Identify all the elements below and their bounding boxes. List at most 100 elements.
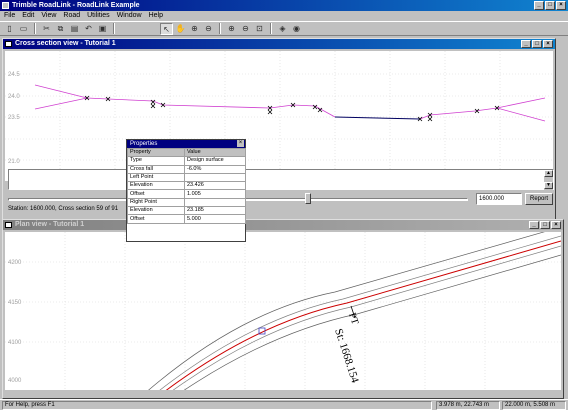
table-row[interactable]: Right Point [127, 197, 246, 208]
maximize-button[interactable]: □ [540, 221, 550, 229]
zoom-out-icon[interactable]: ⊖ [239, 23, 252, 35]
table-row[interactable]: Offset 5.000 [127, 214, 246, 224]
cross-section-canvas[interactable]: 24.5 24.0 23.5 21.0 [5, 51, 553, 181]
y-tick-label: 4000 [8, 378, 22, 384]
report-button[interactable]: Report [525, 193, 553, 205]
properties-title: Properties [130, 141, 158, 147]
plan-view-drawing: 4200 4150 4100 4000 PT St: 1668.154 [5, 232, 561, 390]
undo-icon[interactable]: ↶ [82, 23, 95, 35]
plan-view-window: Plan view - Tutorial 1 _ □ × 4200 4150 4… [2, 219, 564, 399]
status-scale: 22.000 m, 5.508 m [502, 401, 566, 410]
cross-section-controls: ▲ ▼ 1600.000 Report Station: 1600.000, C… [5, 167, 554, 212]
menubar: File Edit View Road Utilities Window Hel… [0, 11, 568, 21]
menu-road[interactable]: Road [63, 11, 80, 21]
property-name: Left Point [127, 172, 185, 183]
close-button[interactable]: × [543, 40, 553, 48]
vertical-scrollbar[interactable]: ▲ ▼ [544, 170, 553, 191]
property-name: Elevation [127, 181, 185, 191]
zoom-in-icon[interactable]: ⊕ [225, 23, 238, 35]
layers-icon[interactable]: ◈ [276, 23, 289, 35]
menu-file[interactable]: File [4, 11, 15, 21]
close-button[interactable]: × [556, 1, 566, 10]
menu-edit[interactable]: Edit [22, 11, 34, 21]
render-icon[interactable]: ◉ [290, 23, 303, 35]
close-button[interactable]: × [551, 221, 561, 229]
window-icon[interactable]: ▣ [96, 23, 109, 35]
y-tick-label: 21.0 [8, 159, 20, 165]
plan-view-canvas[interactable]: 4200 4150 4100 4000 PT St: 1668.154 [5, 232, 561, 390]
menu-utilities[interactable]: Utilities [87, 11, 110, 21]
properties-table: Property Value Type Design surface Cross… [127, 147, 246, 224]
table-row[interactable]: Type Design surface [127, 156, 246, 166]
cross-section-info-box[interactable]: ▲ ▼ [8, 169, 554, 191]
station-input[interactable]: 1600.000 [476, 193, 522, 205]
paste-icon[interactable]: ▤ [68, 23, 81, 35]
property-name: Right Point [127, 197, 185, 208]
cross-section-title: Cross section view - Tutorial 1 [15, 40, 116, 47]
app-titlebar[interactable]: Trimble RoadLink - RoadLink Example _ □ … [0, 0, 568, 11]
plan-view-titlebar[interactable]: Plan view - Tutorial 1 _ □ × [3, 220, 563, 230]
table-row[interactable]: Elevation 23.426 [127, 181, 246, 191]
zoom-extents-icon[interactable]: ⊡ [253, 23, 266, 35]
maximize-button[interactable]: □ [545, 1, 555, 10]
minimize-button[interactable]: _ [534, 1, 544, 10]
plan-view-title: Plan view - Tutorial 1 [15, 221, 85, 228]
property-value[interactable] [184, 197, 246, 208]
cross-section-titlebar[interactable]: Cross section view - Tutorial 1 _ □ × [3, 39, 555, 49]
cross-section-window: Cross section view - Tutorial 1 _ □ × 24… [2, 38, 556, 247]
scroll-down-icon[interactable]: ▼ [544, 182, 553, 189]
y-tick-label: 4200 [8, 260, 22, 266]
property-name: Elevation [127, 206, 185, 216]
property-value[interactable]: 23.185 [184, 206, 246, 216]
table-row[interactable]: Offset 1.005 [127, 189, 246, 199]
zoom-area-icon[interactable]: ⊕ [188, 23, 201, 35]
y-tick-label: 23.5 [8, 115, 20, 121]
property-value[interactable]: 5.000 [184, 214, 246, 224]
maximize-button[interactable]: □ [532, 40, 542, 48]
slider-thumb[interactable] [305, 193, 311, 204]
properties-titlebar[interactable]: Properties × [127, 140, 245, 148]
property-value[interactable]: 23.426 [184, 181, 246, 191]
open-icon[interactable]: ▭ [17, 23, 30, 35]
status-help-text: For Help, press F1 [2, 401, 432, 410]
property-value[interactable]: Design surface [184, 156, 246, 166]
column-header: Value [184, 147, 246, 158]
roadlink-app: Trimble RoadLink - RoadLink Example _ □ … [0, 0, 568, 410]
cut-icon[interactable]: ✂ [40, 23, 53, 35]
cross-section-drawing: 24.5 24.0 23.5 21.0 [5, 51, 553, 181]
toolbar-separator [113, 23, 115, 34]
pan-icon[interactable]: ✋ [174, 23, 187, 35]
close-icon[interactable]: × [237, 140, 244, 147]
toolbar-separator [34, 23, 36, 34]
column-header: Property [127, 147, 185, 158]
window-icon [5, 222, 12, 228]
property-value[interactable]: -6.0% [184, 164, 246, 174]
window-icon [5, 41, 12, 47]
table-header-row: Property Value [127, 147, 246, 158]
properties-panel: Properties × Property Value Type Design … [126, 139, 246, 242]
new-icon[interactable]: ▯ [3, 23, 16, 35]
menu-help[interactable]: Help [149, 11, 163, 21]
property-name: Type [127, 156, 185, 166]
table-row[interactable]: Elevation 23.185 [127, 206, 246, 216]
scroll-up-icon[interactable]: ▲ [544, 170, 553, 177]
property-name: Cross fall [127, 164, 185, 174]
minimize-button[interactable]: _ [521, 40, 531, 48]
statusbar: For Help, press F1 3.978 m, 22.743 m 22.… [0, 399, 568, 410]
table-row[interactable]: Left Point [127, 172, 246, 183]
table-row[interactable]: Cross fall -6.0% [127, 164, 246, 174]
app-icon [2, 2, 9, 9]
minimize-button[interactable]: _ [529, 221, 539, 229]
copy-icon[interactable]: ⧉ [54, 23, 67, 35]
station-label: St: 1668.154 [332, 327, 361, 385]
toolbar-separator [270, 23, 272, 34]
property-name: Offset [127, 189, 185, 199]
property-value[interactable] [184, 172, 246, 183]
zoom-window-icon[interactable]: ⊖ [202, 23, 215, 35]
property-value[interactable]: 1.005 [184, 189, 246, 199]
app-title: Trimble RoadLink - RoadLink Example [12, 2, 140, 9]
menu-window[interactable]: Window [117, 11, 142, 21]
menu-view[interactable]: View [41, 11, 56, 21]
y-tick-label: 4100 [8, 340, 22, 346]
pointer-icon[interactable]: ↖ [160, 22, 173, 35]
